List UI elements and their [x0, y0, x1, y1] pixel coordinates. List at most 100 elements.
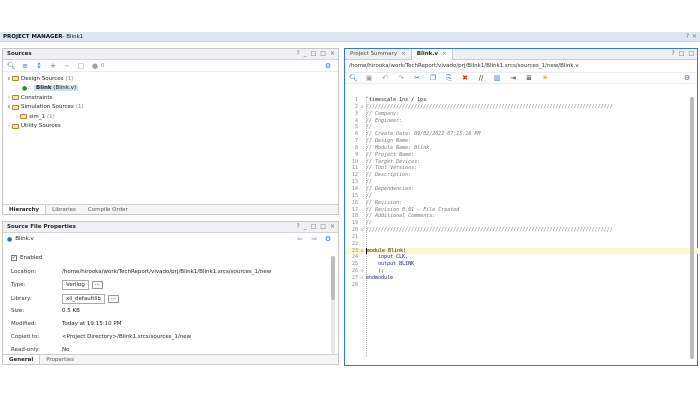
code-line: 28 — [351, 281, 358, 288]
add-sources-icon[interactable]: + — [49, 62, 57, 70]
minimize-icon[interactable]: _ — [304, 50, 307, 57]
fold-icon[interactable]: ⊟ — [358, 104, 366, 111]
code-editor[interactable]: 1 `timescale 1ns / 1ps 2 ⊟////////////////… — [345, 97, 698, 289]
undo-icon[interactable]: ↶ — [381, 74, 389, 82]
module-file: (Blink.v) — [53, 85, 77, 92]
indent-icon[interactable]: ⇥ — [509, 74, 517, 82]
props-scrollbar[interactable] — [331, 256, 335, 354]
props-header: Source File Properties ? _ □ □ × — [3, 222, 338, 233]
file-status-icon: ● — [7, 235, 13, 243]
gear-icon[interactable]: ⚙ — [324, 62, 332, 70]
folder-icon — [12, 104, 19, 110]
code-line: 11// Tool Versions: — [351, 165, 421, 172]
comment-icon[interactable]: // — [477, 74, 485, 82]
type-field[interactable]: Verilog — [62, 280, 89, 290]
title-bar: PROJECT MANAGER - Blink1 ? × — [0, 32, 700, 42]
help-icon[interactable]: ? — [296, 223, 299, 230]
tree-item-simulation-sources[interactable]: ∨ Simulation Sources (1) — [3, 103, 338, 113]
help-icon[interactable]: ? — [671, 50, 674, 57]
props-scrollbar-thumb[interactable] — [331, 256, 335, 300]
delete-icon[interactable]: ✖ — [461, 74, 469, 82]
tab-hierarchy[interactable]: Hierarchy — [3, 205, 47, 214]
back-arrow-icon[interactable]: ⇐ — [296, 235, 304, 243]
editor-scrollbar[interactable] — [690, 97, 694, 359]
redo-icon[interactable]: ↷ — [397, 74, 405, 82]
prop-row-read-only: Read-only: No — [11, 347, 70, 353]
lightbulb-icon[interactable]: ☀ — [541, 74, 549, 82]
expand-all-icon[interactable]: ↕ — [35, 62, 43, 70]
code-line: 15// — [351, 192, 376, 199]
prop-row-modified: Modified: Today at 19:15:10 PM — [11, 321, 122, 327]
code-line: 25 output BLINK — [351, 261, 415, 268]
tab-properties[interactable]: Properties — [40, 355, 80, 364]
restore-icon[interactable]: □ — [311, 223, 317, 230]
paste-icon[interactable]: ⎘ — [445, 74, 453, 82]
fold-icon[interactable]: ⊟ — [358, 248, 366, 255]
prop-row-type: Type: Verilog ⋯ — [11, 280, 331, 290]
close-icon[interactable]: × — [401, 51, 406, 57]
remove-icon[interactable]: − — [63, 62, 71, 70]
close-icon[interactable]: × — [692, 33, 697, 40]
code-line: 10// Target Devices: — [351, 158, 424, 165]
close-icon[interactable]: × — [330, 223, 335, 230]
tree-item-blink[interactable]: ● ∴ Blink (Blink.v) — [3, 84, 338, 94]
code-line: 3// Company: — [354, 110, 403, 117]
enabled-label: Enabled — [20, 255, 43, 261]
format-icon[interactable]: ≣ — [525, 74, 533, 82]
editor-scrollbar-thumb[interactable] — [690, 97, 694, 359]
enabled-checkbox[interactable]: ✓ — [11, 255, 17, 261]
restore-icon[interactable]: □ — [311, 50, 317, 57]
help-icon[interactable]: ? — [686, 33, 689, 40]
library-field[interactable]: xil_defaultlib — [62, 294, 105, 304]
file-path: /home/hirooka/work/TechReport/vivado/prj… — [349, 63, 579, 69]
source-file-properties-panel: Source File Properties ? _ □ □ × ● Blink… — [2, 221, 339, 365]
fold-icon[interactable]: ⊟ — [358, 275, 366, 282]
search-icon[interactable]: 🔍︎ — [349, 74, 358, 82]
fold-icon[interactable]: ⊟ — [358, 268, 366, 275]
folder-icon — [20, 114, 27, 120]
tab-project-summary[interactable]: Project Summary × — [345, 49, 411, 60]
gear-icon[interactable]: ⚙ — [324, 235, 332, 243]
maximize-icon[interactable]: □ — [688, 50, 694, 57]
columns-icon[interactable]: ▥ — [493, 74, 501, 82]
file-icon[interactable]: □ — [77, 62, 85, 70]
maximize-icon[interactable]: □ — [320, 223, 326, 230]
badge-count: 0 — [101, 62, 105, 69]
tree-item-constraints[interactable]: › Constraints — [3, 93, 338, 103]
close-icon[interactable]: × — [330, 50, 335, 57]
code-line: 22 — [351, 240, 358, 247]
library-browse-button[interactable]: ⋯ — [107, 295, 119, 303]
sources-tree: ∨ Design Sources (1) ● ∴ Blink (Blink.v)… — [3, 72, 338, 131]
tab-general[interactable]: General — [3, 355, 41, 364]
sources-panel: Sources ? _ □ □ × 🔍︎ ≡ ↕ + − □ ● 0 ⚙ ∨ D… — [2, 48, 339, 215]
code-line: 7// Design Name: — [354, 138, 415, 145]
cut-icon[interactable]: ✂ — [413, 74, 421, 82]
tree-item-utility-sources[interactable]: › Utility Sources — [3, 122, 338, 132]
minimize-icon[interactable]: _ — [304, 223, 307, 230]
tab-libraries[interactable]: Libraries — [46, 205, 82, 214]
search-icon[interactable]: 🔍︎ — [7, 62, 16, 70]
collapse-all-icon[interactable]: ≡ — [21, 62, 29, 70]
sources-toolbar: 🔍︎ ≡ ↕ + − □ ● 0 ⚙ — [3, 60, 338, 72]
tree-item-design-sources[interactable]: ∨ Design Sources (1) — [3, 74, 338, 84]
type-browse-button[interactable]: ⋯ — [91, 281, 103, 289]
restore-icon[interactable]: □ — [679, 50, 685, 57]
sources-title: Sources — [7, 51, 32, 57]
fold-icon[interactable]: ⊟ — [358, 227, 366, 234]
tab-compile-order[interactable]: Compile Order — [82, 205, 134, 214]
code-line: 27 ⊟ endmodule — [351, 274, 394, 282]
tree-item-sim-1[interactable]: › sim_1 (1) — [3, 112, 338, 122]
save-icon[interactable]: ▣ — [365, 74, 373, 82]
module-name: Blink — [36, 85, 52, 92]
maximize-icon[interactable]: □ — [320, 50, 326, 57]
props-tabs: General Properties — [3, 354, 338, 364]
close-icon[interactable]: × — [442, 51, 447, 57]
copy-icon[interactable]: ❐ — [429, 74, 437, 82]
enabled-checkbox-row[interactable]: ✓ Enabled — [11, 255, 331, 261]
gear-icon[interactable]: ⚙ — [683, 74, 691, 82]
help-icon[interactable]: ? — [296, 50, 299, 57]
forward-arrow-icon[interactable]: ⇒ — [310, 235, 318, 243]
tab-blink-v[interactable]: Blink.v × — [410, 48, 453, 60]
code-line: 1 `timescale 1ns / 1ps — [354, 97, 427, 103]
folder-icon — [12, 123, 19, 129]
